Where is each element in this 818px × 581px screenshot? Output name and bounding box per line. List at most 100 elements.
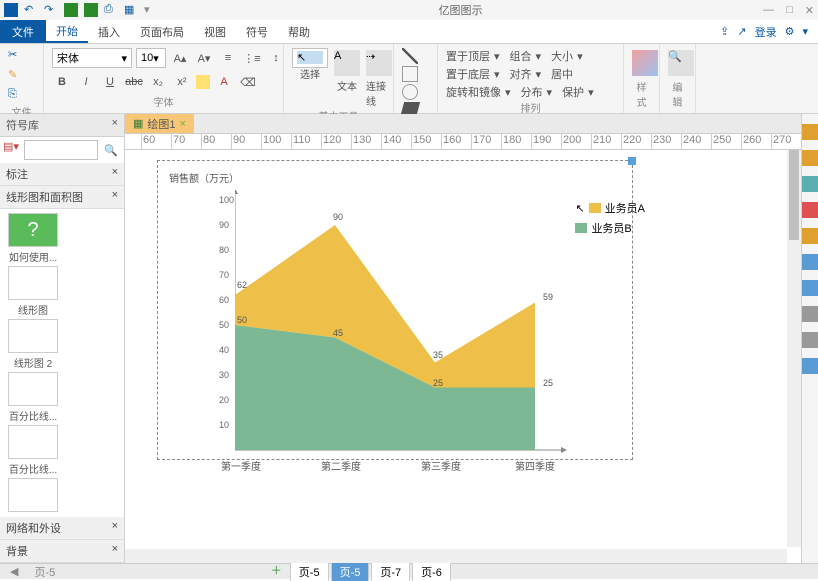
- font-size-select[interactable]: 10▾: [136, 48, 166, 68]
- file-tab[interactable]: 文件: [0, 20, 46, 43]
- chevron-down-icon[interactable]: ▾: [802, 25, 808, 38]
- gallery-item[interactable]: 步线形图: [4, 478, 62, 517]
- login-link[interactable]: 登录: [755, 24, 777, 40]
- qat-dropdown-icon[interactable]: ▾: [144, 3, 158, 17]
- print-icon[interactable]: ⎙: [104, 3, 118, 17]
- copy-icon[interactable]: ⎘: [8, 88, 24, 104]
- share-icon[interactable]: ⇪: [720, 25, 729, 38]
- select-tool[interactable]: ↖选择: [292, 48, 328, 68]
- search-icon[interactable]: 🔍: [101, 140, 121, 160]
- tab-insert[interactable]: 插入: [88, 20, 130, 43]
- highlight-icon[interactable]: [196, 75, 210, 89]
- gallery-item[interactable]: 百分比线...: [4, 372, 62, 423]
- tab-view[interactable]: 视图: [194, 20, 236, 43]
- shape-gallery-list: ?如何使用...线形图线形图 2百分比线...百分比线...步线形图直角折线..…: [0, 209, 124, 517]
- protect-button[interactable]: 保护: [562, 84, 584, 100]
- page-icon[interactable]: [802, 228, 818, 244]
- gallery-item[interactable]: 线形图: [4, 266, 62, 317]
- close-button[interactable]: ✕: [805, 4, 814, 17]
- font-name-select[interactable]: 宋体▾: [52, 48, 132, 68]
- vertical-scrollbar[interactable]: [787, 150, 801, 547]
- ribbon-tabs: 文件 开始 插入 页面布局 视图 符号 帮助 ⇪ ↗ 登录 ⚙ ▾: [0, 20, 818, 44]
- redo-icon[interactable]: ↷: [44, 3, 58, 17]
- chart-svg: [235, 190, 575, 470]
- bold-button[interactable]: B: [52, 72, 72, 92]
- canvas: ▦绘图1× 6070809010011012013014015016017018…: [125, 114, 801, 563]
- bullets-icon[interactable]: ⋮≡: [242, 48, 262, 68]
- resize-handle[interactable]: [628, 157, 636, 165]
- close-icon[interactable]: ×: [180, 118, 186, 130]
- tab-help[interactable]: 帮助: [278, 20, 320, 43]
- gear-icon[interactable]: ⚙: [785, 25, 795, 38]
- group-arrange-label: 排列: [446, 100, 615, 115]
- save-icon[interactable]: [64, 3, 78, 17]
- globe-icon[interactable]: [802, 280, 818, 296]
- grow-font-icon[interactable]: A▴: [170, 48, 190, 68]
- format-icon[interactable]: [802, 124, 818, 140]
- help-icon[interactable]: [802, 358, 818, 374]
- edit-button[interactable]: 🔍: [668, 48, 694, 76]
- page-tab[interactable]: 页-5: [290, 562, 329, 581]
- text-tool[interactable]: A文本: [334, 48, 360, 93]
- rotate-button[interactable]: 旋转和镜像: [446, 84, 501, 100]
- theme-icon[interactable]: [802, 176, 818, 192]
- tab-layout[interactable]: 页面布局: [130, 20, 194, 43]
- gallery-item[interactable]: ?如何使用...: [4, 213, 62, 264]
- tab-symbol[interactable]: 符号: [236, 20, 278, 43]
- gallery-item[interactable]: 百分比线...: [4, 425, 62, 476]
- area-chart[interactable]: 销售额（万元） 62 50 90 45 35: [165, 170, 625, 480]
- title-bar: ↶ ↷ ⎙ ▦ ▾ 亿图图示 — □ ✕: [0, 0, 818, 20]
- align-icon[interactable]: ≡: [218, 48, 238, 68]
- strike-button[interactable]: abc: [124, 72, 144, 92]
- document-tab[interactable]: ▦绘图1×: [125, 114, 194, 133]
- superscript-button[interactable]: x²: [172, 72, 192, 92]
- library-menu-icon[interactable]: ▤▾: [3, 140, 21, 160]
- italic-button[interactable]: I: [76, 72, 96, 92]
- gallery-item[interactable]: 线形图 2: [4, 319, 62, 370]
- grid-icon[interactable]: ▦: [124, 3, 138, 17]
- brush-icon[interactable]: ✎: [8, 68, 24, 84]
- size-button[interactable]: 大小: [551, 48, 573, 64]
- panel-close-icon[interactable]: ×: [112, 117, 118, 133]
- category-linearea[interactable]: 线形图和面积图×: [0, 186, 124, 209]
- tab-start[interactable]: 开始: [46, 20, 88, 43]
- pen-icon[interactable]: [802, 150, 818, 166]
- underline-button[interactable]: U: [100, 72, 120, 92]
- bring-top-button[interactable]: 置于顶层: [446, 48, 490, 64]
- send-bottom-button[interactable]: 置于底层: [446, 66, 490, 82]
- category-network[interactable]: 网络和外设×: [0, 517, 124, 540]
- page-tab[interactable]: 页-6: [412, 562, 451, 581]
- page-tab[interactable]: 页-5: [331, 562, 370, 581]
- group-button[interactable]: 组合: [510, 48, 532, 64]
- cloud-icon[interactable]: ↗: [737, 25, 746, 38]
- maximize-button[interactable]: □: [786, 4, 793, 17]
- ruler-icon[interactable]: [802, 254, 818, 270]
- chart-legend[interactable]: ↖业务员A 业务员B: [575, 200, 645, 240]
- paste-icon[interactable]: ✂: [8, 48, 24, 64]
- page-overflow[interactable]: 页-5: [28, 564, 61, 580]
- add-page-button[interactable]: ＋: [265, 562, 288, 581]
- search-input[interactable]: [24, 140, 98, 160]
- category-annotation[interactable]: 标注×: [0, 163, 124, 186]
- align-button[interactable]: 对齐: [510, 66, 532, 82]
- subscript-button[interactable]: x₂: [148, 72, 168, 92]
- line-spacing-icon[interactable]: ↕: [266, 48, 286, 68]
- minimize-button[interactable]: —: [763, 4, 774, 17]
- category-background[interactable]: 背景×: [0, 540, 124, 563]
- canvas-page[interactable]: 销售额（万元） 62 50 90 45 35: [125, 150, 801, 563]
- distribute-button[interactable]: 分布: [521, 84, 543, 100]
- export-icon[interactable]: [84, 3, 98, 17]
- horizontal-scrollbar[interactable]: [125, 549, 787, 563]
- pin-icon[interactable]: [802, 306, 818, 322]
- shrink-font-icon[interactable]: A▾: [194, 48, 214, 68]
- shape-gallery[interactable]: [402, 48, 429, 118]
- layers-icon[interactable]: [802, 202, 818, 218]
- style-button[interactable]: [632, 48, 658, 76]
- center-button[interactable]: 居中: [551, 66, 573, 82]
- connector-tool[interactable]: ⇢连接线: [366, 48, 392, 108]
- chat-icon[interactable]: [802, 332, 818, 348]
- font-color-icon[interactable]: A: [214, 72, 234, 92]
- page-tab[interactable]: 页-7: [371, 562, 410, 581]
- clear-icon[interactable]: ⌫: [238, 72, 258, 92]
- undo-icon[interactable]: ↶: [24, 3, 38, 17]
